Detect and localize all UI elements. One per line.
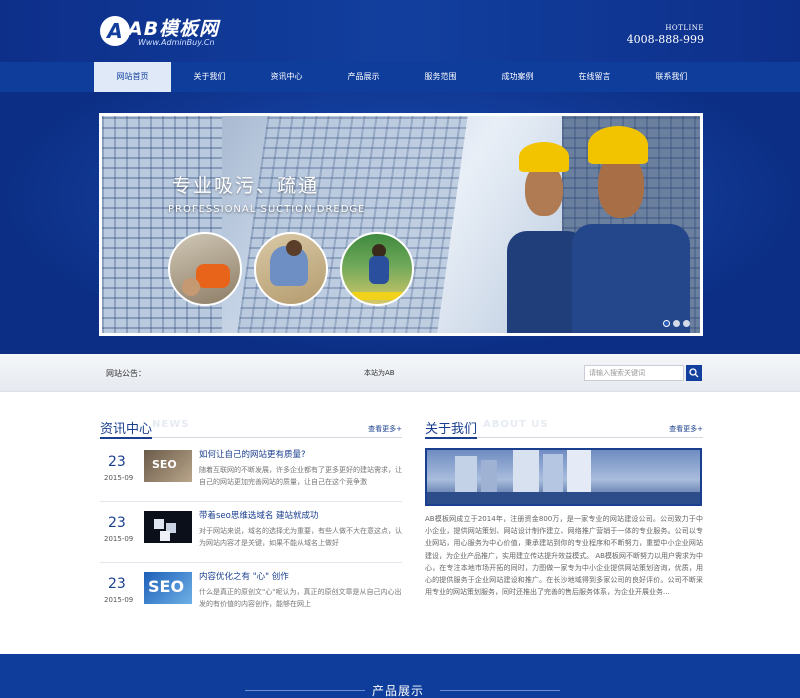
logo-subtitle: Www.AdminBuy.Cn [138, 38, 215, 47]
news-item[interactable]: 23 2015-09 SEO 如何让自己的网站更有质量? 随着互联网的不断发展，… [100, 446, 402, 502]
notice-bar: 网站公告： 本站为AB 请输入搜索关键词 [0, 354, 800, 392]
service-photo-2 [254, 232, 328, 306]
news-item[interactable]: 23 2015-09 带着seo思维选域名 建站就成功 对于网站来说，域名的选择… [100, 507, 402, 563]
news-section-header: NEWS 资讯中心 查看更多+ [100, 418, 402, 439]
nav-item-home[interactable]: 网站首页 [94, 62, 171, 92]
news-thumbnail[interactable] [144, 511, 192, 543]
nav-item-message[interactable]: 在线留言 [556, 62, 633, 92]
slider-dots [663, 320, 690, 327]
hotline: HOTLINE 4008-888-999 [627, 24, 704, 46]
news-date: 2015-09 [104, 535, 134, 543]
nav-item-about[interactable]: 关于我们 [171, 62, 248, 92]
about-section-header: ABOUT US 关于我们 查看更多+ [425, 418, 703, 439]
news-title[interactable]: 如何让自己的网站更有质量? [199, 448, 306, 460]
news-desc: 随着互联网的不断发展，许多企业都有了更多更好的建站需求，让自己的网站更加完善网站… [199, 466, 402, 486]
search-icon [689, 368, 699, 378]
news-thumbnail[interactable]: SEO [144, 572, 192, 604]
about-text: AB模板网成立于2014年，注册资金800万，是一家专业的网站建设公司。公司致力… [425, 515, 703, 597]
nav-item-contact[interactable]: 联系我们 [633, 62, 710, 92]
logo-mark: A [100, 16, 130, 46]
nav-item-products[interactable]: 产品展示 [325, 62, 402, 92]
about-more-link[interactable]: 查看更多+ [669, 424, 703, 434]
notice-text[interactable]: 本站为AB [364, 368, 395, 378]
search-button[interactable] [686, 365, 702, 381]
news-section-title: 资讯中心 [100, 418, 153, 439]
news-desc: 对于网站来说，域名的选择尤为重要，有些人做不大在意这点，认为网站内容才是关键，如… [199, 527, 402, 547]
site-logo[interactable]: A AB模板网 Www.AdminBuy.Cn [100, 14, 240, 50]
search-input[interactable]: 请输入搜索关键词 [584, 365, 684, 381]
worker-image [572, 124, 692, 333]
slider-dot[interactable] [683, 320, 690, 327]
about-ghost-title: ABOUT US [483, 419, 549, 430]
banner-subtitle: PROFESSIONAL SUCTION DREDGE [168, 204, 366, 215]
news-day: 23 [108, 454, 126, 470]
news-day: 23 [108, 515, 126, 531]
hotline-number: 4008-888-999 [626, 33, 704, 46]
news-more-link[interactable]: 查看更多+ [368, 424, 402, 434]
news-day: 23 [108, 576, 126, 592]
nav-item-news[interactable]: 资讯中心 [248, 62, 325, 92]
news-date: 2015-09 [104, 474, 134, 482]
slider-dot[interactable] [673, 320, 680, 327]
about-section-title: 关于我们 [425, 418, 478, 439]
hotline-label: HOTLINE [665, 24, 704, 32]
nav-item-services[interactable]: 服务范围 [402, 62, 479, 92]
products-band: 产品展示 [0, 654, 800, 698]
notice-label: 网站公告： [106, 369, 146, 378]
news-date: 2015-09 [104, 596, 134, 604]
products-section-title: 产品展示 [372, 684, 425, 698]
main-nav: 网站首页 关于我们 资讯中心 产品展示 服务范围 成功案例 在线留言 联系我们 [0, 62, 800, 92]
divider [440, 690, 560, 691]
slider-dot[interactable] [663, 320, 670, 327]
news-title[interactable]: 带着seo思维选域名 建站就成功 [199, 509, 319, 521]
logo-title: AB模板网 [128, 18, 220, 40]
news-ghost-title: NEWS [152, 419, 190, 430]
service-photo-3 [340, 232, 414, 306]
news-item[interactable]: 23 2015-09 SEO 内容优化之有 "心" 创作 什么是真正的原创文"心… [100, 568, 402, 624]
service-photo-1 [168, 232, 242, 306]
news-thumbnail[interactable]: SEO [144, 450, 192, 482]
building-image [236, 116, 468, 333]
news-title[interactable]: 内容优化之有 "心" 创作 [199, 570, 289, 582]
header: A AB模板网 Www.AdminBuy.Cn HOTLINE 4008-888… [0, 0, 800, 62]
nav-item-cases[interactable]: 成功案例 [479, 62, 556, 92]
about-image [425, 448, 702, 506]
news-desc: 什么是真正的原创文"心"呢认为，真正的原创文章是从自己内心出发的有价值的内容创作… [199, 588, 402, 608]
banner-slide[interactable]: 专业吸污、疏通 PROFESSIONAL SUCTION DREDGE [99, 113, 703, 336]
banner-title: 专业吸污、疏通 [172, 175, 320, 197]
divider [245, 690, 365, 691]
